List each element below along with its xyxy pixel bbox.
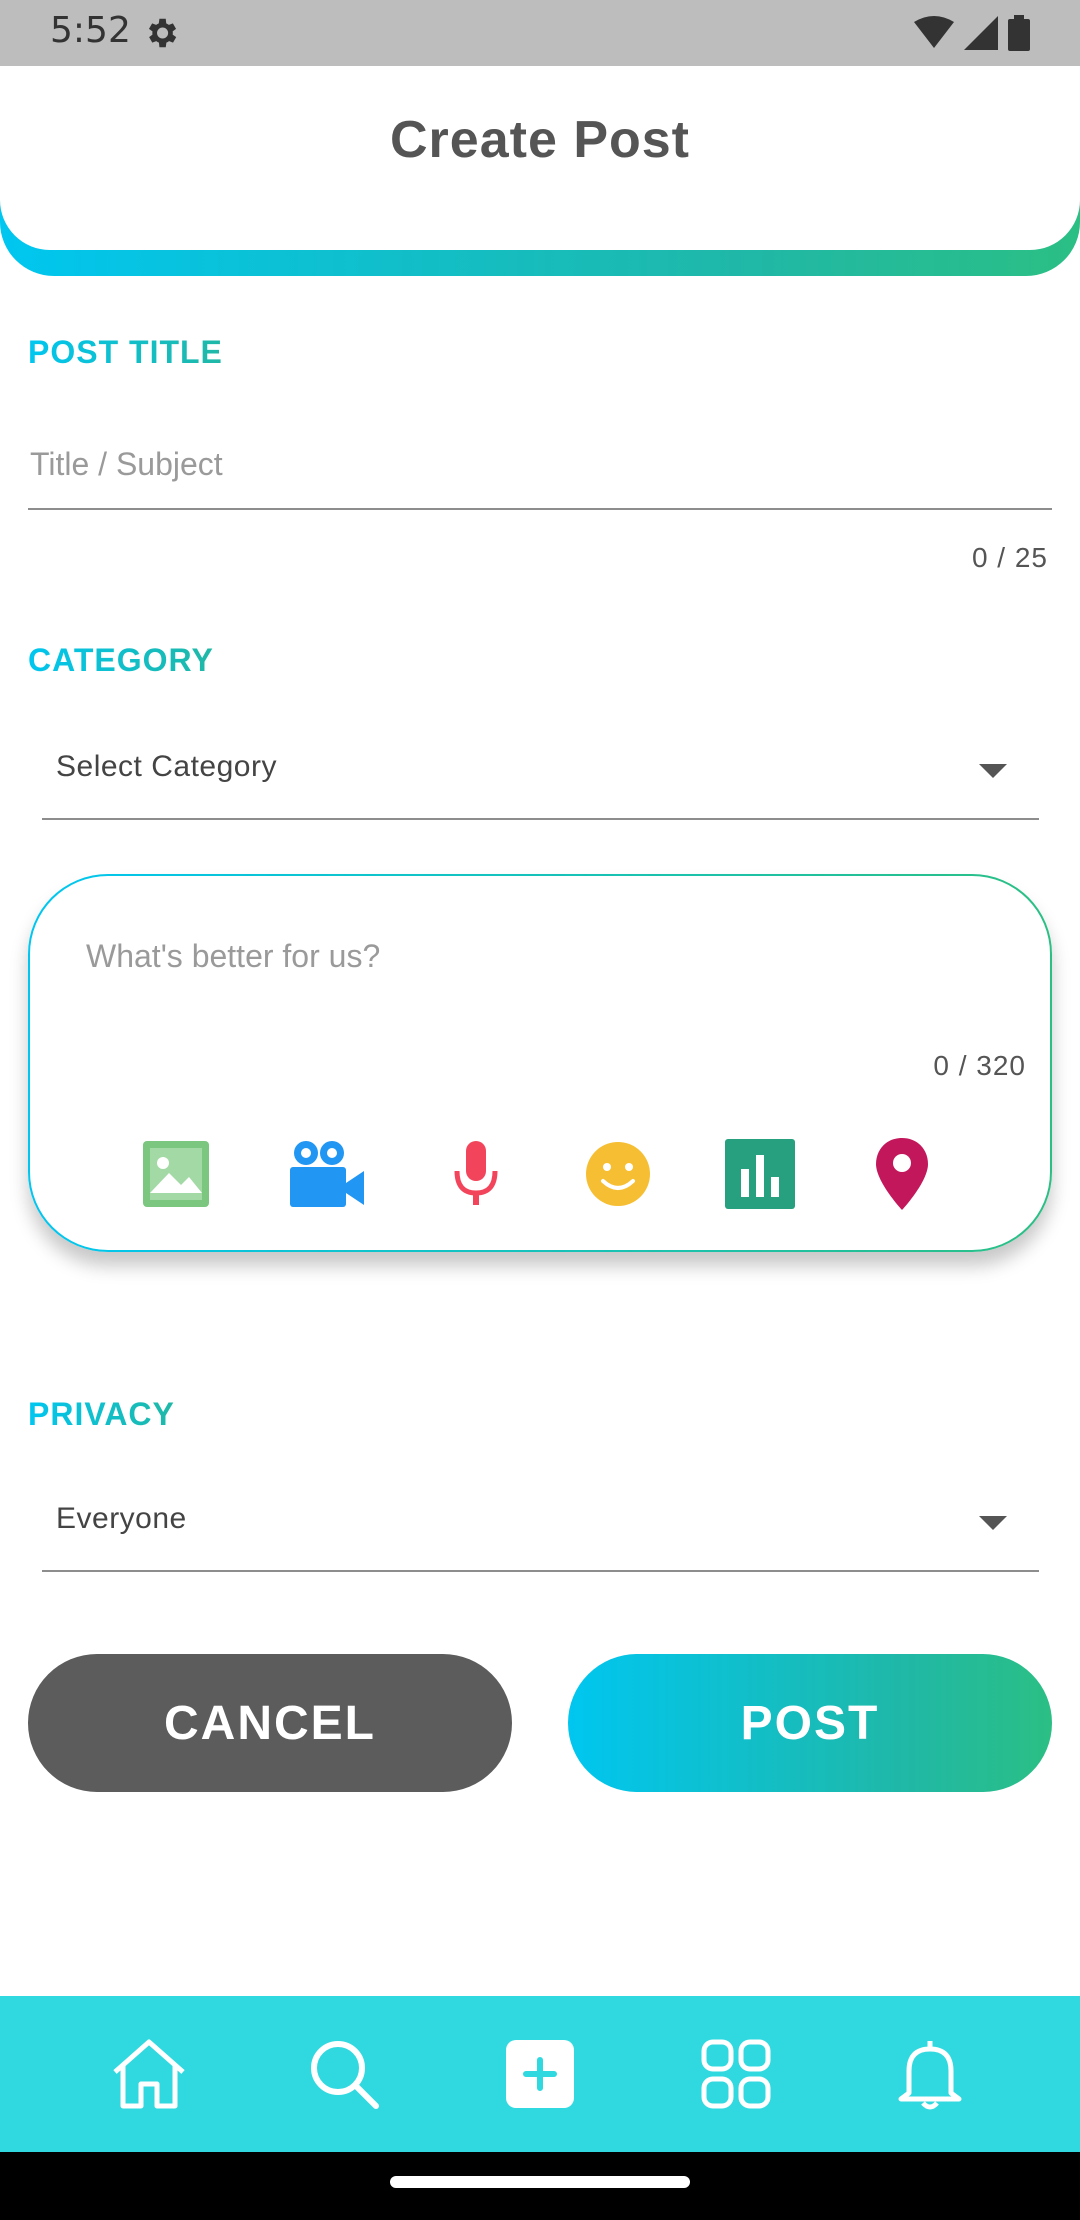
home-gesture-handle[interactable] [390,2176,690,2188]
image-icon[interactable] [140,1138,212,1210]
cell-signal-icon [964,16,998,50]
add-post-icon[interactable] [500,2034,580,2114]
chevron-down-icon [979,1516,1007,1530]
cancel-button[interactable]: CANCEL [28,1654,512,1792]
chevron-down-icon [979,764,1007,778]
category-select-value: Select Category [56,750,277,783]
post-title-input[interactable] [28,420,1052,510]
battery-icon [1008,15,1030,51]
status-icons [914,14,1030,52]
bell-icon[interactable] [890,2034,970,2114]
compose-box: What's better for us? 0 / 320 [28,874,1052,1252]
wifi-icon [914,16,954,48]
compose-placeholder[interactable]: What's better for us? [86,938,380,975]
system-gesture-bar [0,2152,1080,2220]
status-time: 5:52 [50,10,131,51]
grid-icon[interactable] [696,2034,776,2114]
settings-gear-icon [148,18,177,48]
compose-inner[interactable]: What's better for us? 0 / 320 [30,876,1050,1250]
video-camera-icon[interactable] [284,1138,368,1210]
category-label: CATEGORY [28,642,214,678]
post-button-label: POST [740,1696,880,1750]
microphone-icon[interactable] [440,1138,512,1210]
post-title-label: POST TITLE [28,334,223,370]
cancel-button-label: CANCEL [164,1696,376,1750]
compose-counter: 0 / 320 [933,1050,1026,1081]
post-title-counter: 0 / 25 [971,542,1048,573]
privacy-select-value: Everyone [56,1502,187,1535]
search-icon[interactable] [304,2034,384,2114]
location-pin-icon[interactable] [866,1138,938,1210]
app-header: Create Post [0,66,1080,276]
privacy-select[interactable]: Everyone [42,1472,1039,1572]
emoji-icon[interactable] [582,1138,654,1210]
category-select[interactable]: Select Category [42,720,1039,820]
home-icon[interactable] [109,2034,189,2114]
page-title: Create Post [390,111,690,169]
privacy-label: PRIVACY [28,1396,175,1432]
post-button[interactable]: POST [568,1654,1052,1792]
poll-chart-icon[interactable] [724,1138,796,1210]
status-bar: 5:52 [0,0,1080,66]
bottom-navigation [0,1996,1080,2152]
